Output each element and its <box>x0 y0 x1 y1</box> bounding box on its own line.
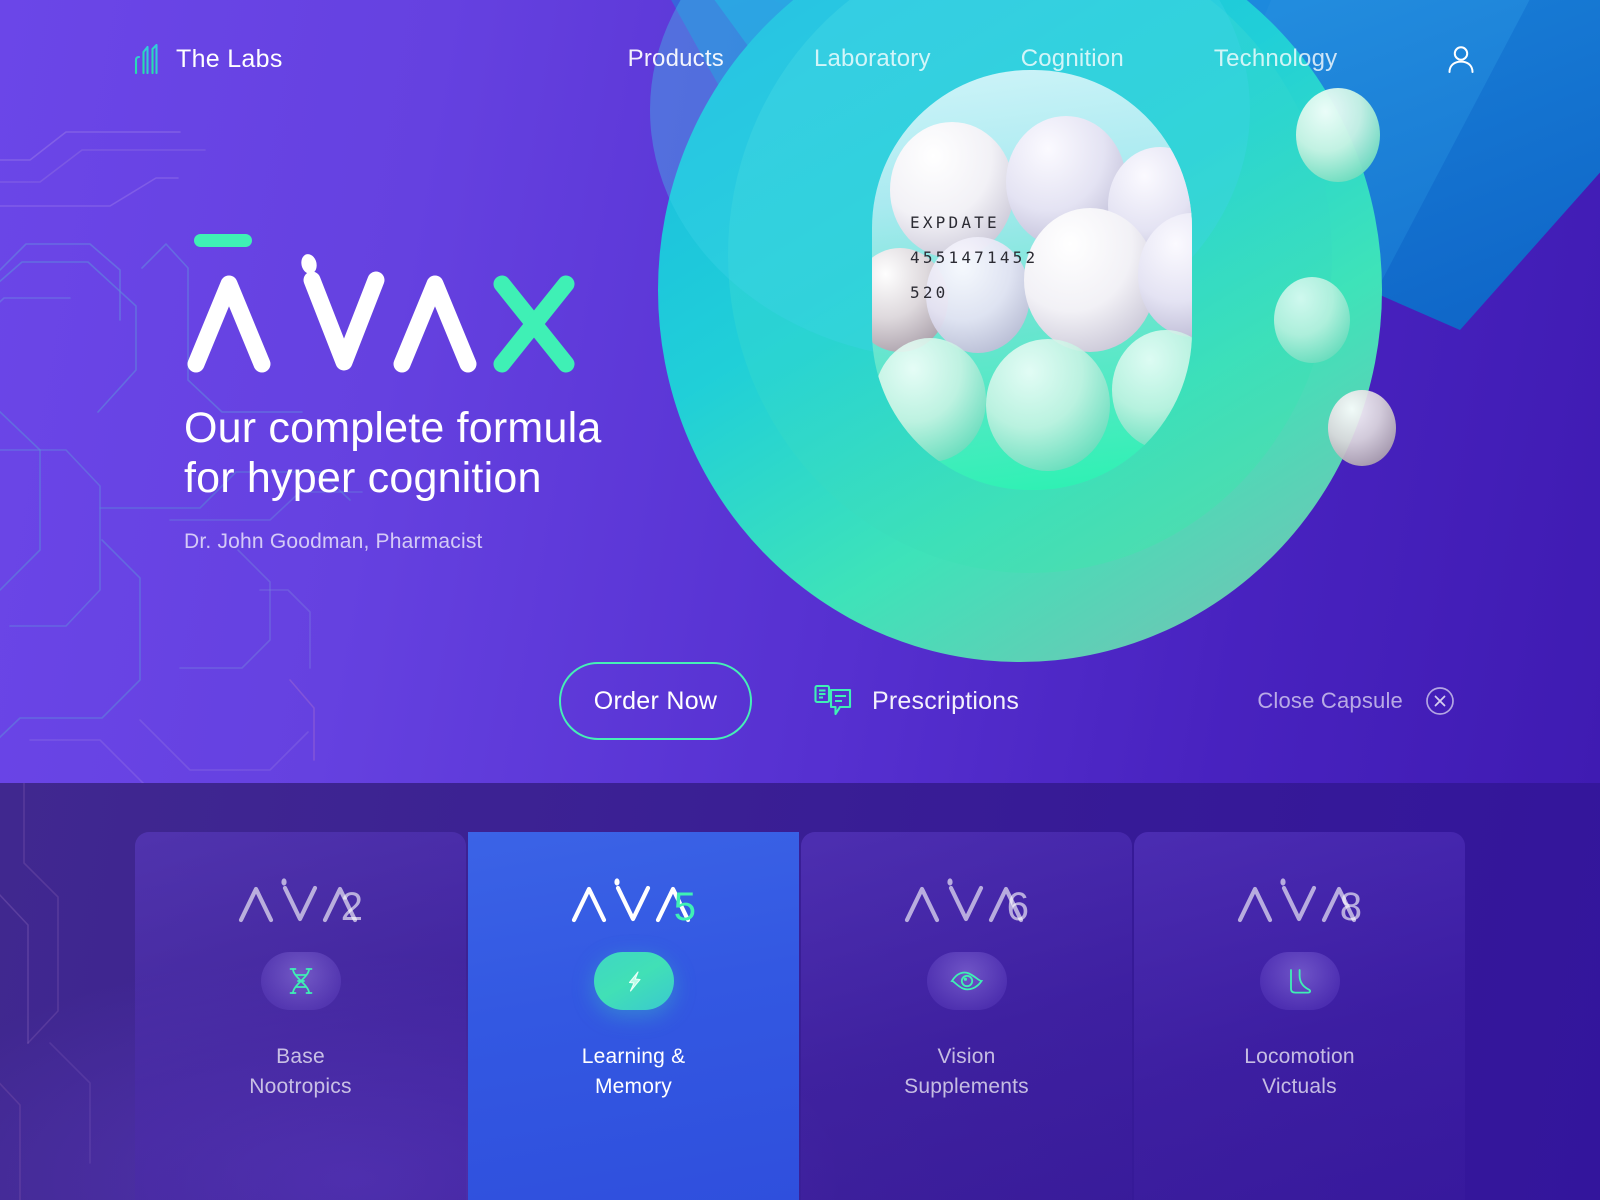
brand-name: The Labs <box>176 44 283 73</box>
product-code-ava2: 2 <box>237 872 365 930</box>
chat-prescription-icon <box>814 684 852 716</box>
nav-link-cognition[interactable]: Cognition <box>976 45 1169 73</box>
close-capsule-label: Close Capsule <box>1257 688 1403 713</box>
hero-copy: Our complete formula for hyper cognition… <box>184 222 601 554</box>
svg-text:6: 6 <box>1006 885 1028 926</box>
eye-icon <box>949 971 983 991</box>
dna-helix-icon <box>289 968 312 994</box>
order-now-button[interactable]: Order Now <box>559 662 752 740</box>
product-code-ava6: 6 <box>903 872 1031 930</box>
product-icon-pill-ava2 <box>260 952 341 1010</box>
hero-byline: Dr. John Goodman, Pharmacist <box>184 529 483 553</box>
nav-link-technology[interactable]: Technology <box>1169 45 1382 73</box>
bar-chart-logo-icon <box>134 44 158 74</box>
close-circle-icon[interactable] <box>1425 686 1455 716</box>
product-code-ava5: 5 <box>570 872 698 930</box>
svg-text:2: 2 <box>340 885 362 926</box>
product-label-ava2: Base Nootropics <box>249 1045 352 1098</box>
product-card-ava8[interactable]: 8 Locomotion Victuals <box>1134 832 1465 1200</box>
svg-text:5: 5 <box>673 885 695 926</box>
nav-links: Products Laboratory Cognition Technology <box>583 45 1383 73</box>
page-root: EXPDATE 4551471452 520 The Labs Products… <box>0 0 1600 1200</box>
user-account-icon[interactable] <box>1444 42 1478 76</box>
foot-icon <box>1289 969 1311 994</box>
product-label-ava6: Vision Supplements <box>904 1045 1029 1098</box>
product-icon-pill-ava6 <box>926 952 1007 1010</box>
product-card-ava2[interactable]: 2 Base Nootropics <box>135 832 466 1200</box>
product-label-ava5: Learning & Memory <box>581 1045 686 1098</box>
product-code-ava8: 8 <box>1236 872 1364 930</box>
product-cards: 2 Base Nootropics 5 Learning & Memory 6 … <box>135 832 1465 1200</box>
lightning-bolt-icon <box>628 971 641 992</box>
avax-logotype <box>184 222 584 382</box>
product-icon-pill-ava8 <box>1259 952 1340 1010</box>
hero-section: EXPDATE 4551471452 520 The Labs Products… <box>0 0 1600 783</box>
cta-row: Order Now Prescriptions Close Capsule <box>0 655 1600 747</box>
prescriptions-label: Prescriptions <box>872 686 1020 715</box>
brand-logo[interactable]: The Labs <box>134 44 283 74</box>
product-card-ava6[interactable]: 6 Vision Supplements <box>801 832 1132 1200</box>
products-strip: 2 Base Nootropics 5 Learning & Memory 6 … <box>0 783 1600 1200</box>
nav-link-products[interactable]: Products <box>583 45 769 73</box>
hero-headline: Our complete formula for hyper cognition <box>184 404 602 502</box>
svg-text:8: 8 <box>1339 885 1361 926</box>
prescriptions-link[interactable]: Prescriptions <box>814 684 1019 718</box>
product-label-ava8: Locomotion Victuals <box>1244 1045 1355 1098</box>
nav-link-laboratory[interactable]: Laboratory <box>769 45 976 73</box>
product-icon-pill-ava5 <box>593 952 674 1010</box>
product-card-ava5[interactable]: 5 Learning & Memory <box>468 832 799 1200</box>
capsule-imprint-text: EXPDATE 4551471452 520 <box>910 213 1039 303</box>
top-navigation: The Labs Products Laboratory Cognition T… <box>0 0 1600 118</box>
close-capsule-action[interactable]: Close Capsule <box>1257 686 1455 716</box>
